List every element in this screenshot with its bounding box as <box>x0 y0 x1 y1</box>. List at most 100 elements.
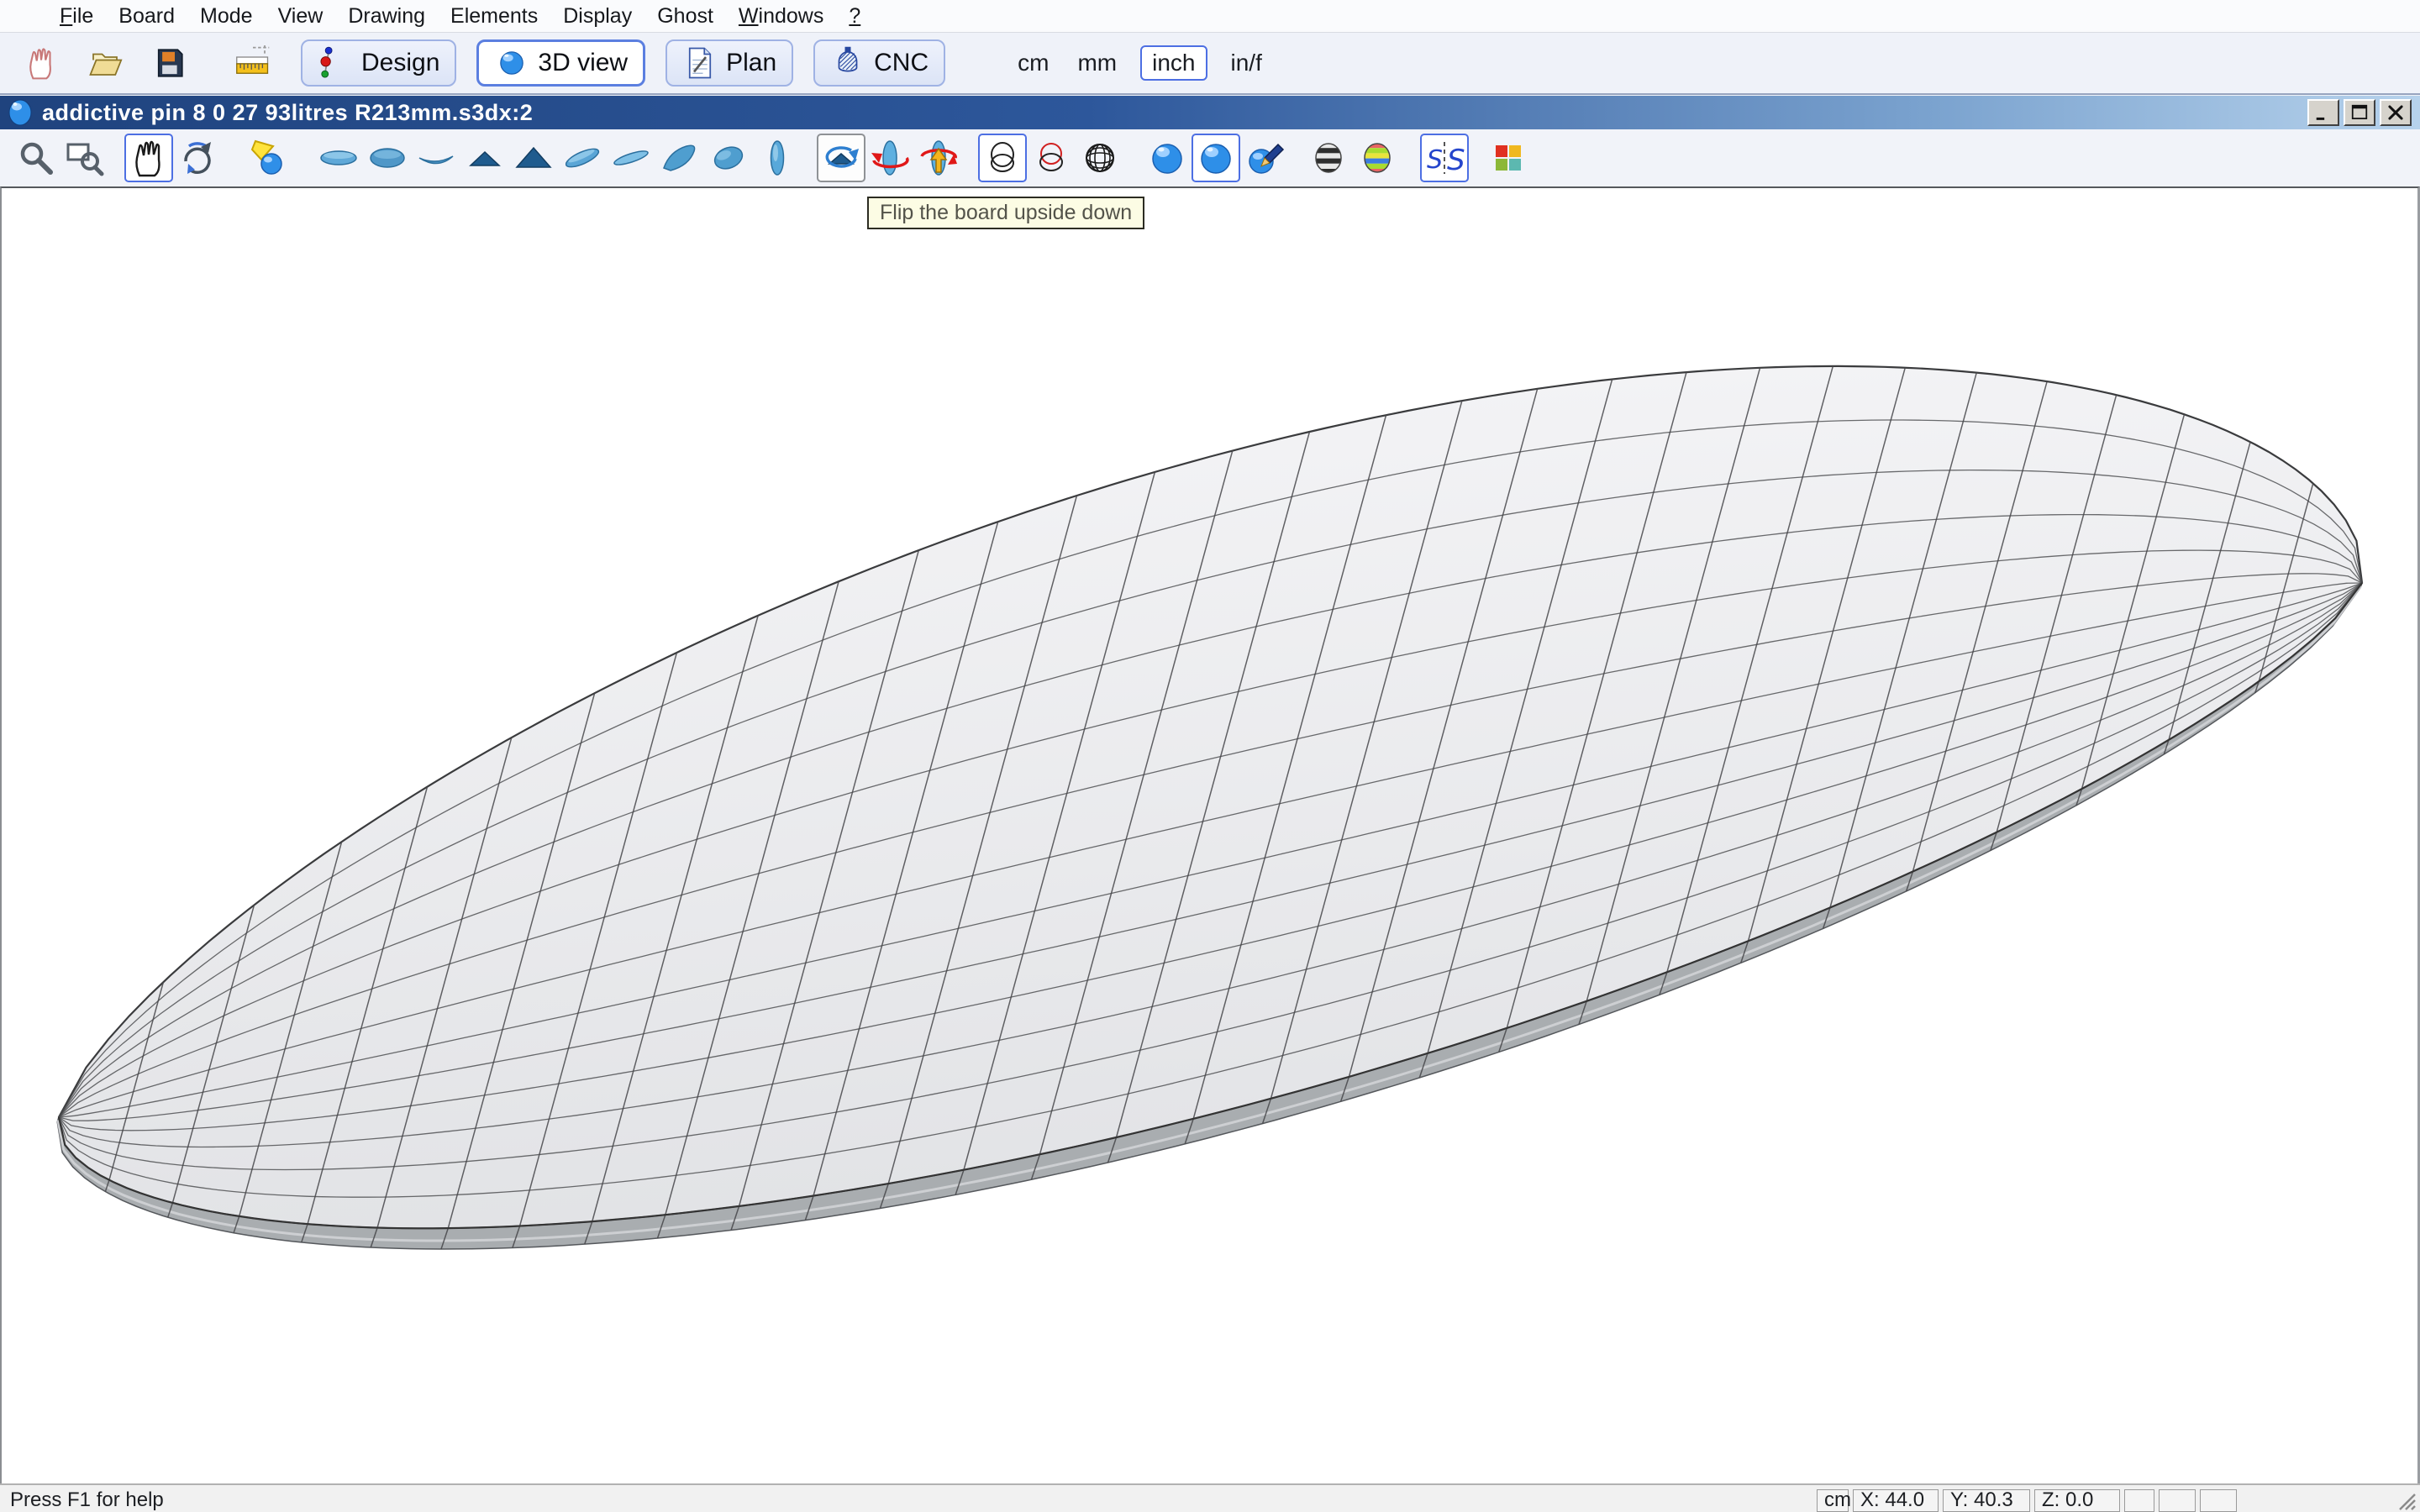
toolbar-button-pointer-hand[interactable] <box>18 39 64 87</box>
open-folder-icon <box>87 42 123 84</box>
tool-outline-top[interactable] <box>314 134 363 182</box>
stripes-color-icon <box>1357 138 1397 178</box>
tool-top-view[interactable] <box>753 134 802 182</box>
menu-item-display[interactable]: Display <box>550 4 644 29</box>
unit-button-inch[interactable]: inch <box>1140 45 1207 81</box>
back-view-icon <box>513 138 554 178</box>
tool-stripes-gray[interactable] <box>1304 134 1353 182</box>
tool-mesh-sphere[interactable] <box>1076 134 1124 182</box>
close-button[interactable] <box>2380 99 2412 126</box>
toolbar-button-save[interactable] <box>146 39 192 87</box>
menu-item-mode[interactable]: Mode <box>187 4 266 29</box>
document-title-bar[interactable]: addictive pin 8 0 27 93litres R213mm.s3d… <box>0 95 2420 129</box>
cnc-icon <box>830 45 865 81</box>
tool-solid-sphere-smooth[interactable] <box>1192 134 1240 182</box>
tool-flip-board[interactable] <box>817 134 865 182</box>
menu-item-q[interactable]: ? <box>836 4 873 29</box>
tool-palette[interactable] <box>1484 134 1533 182</box>
menu-item-view[interactable]: View <box>266 4 336 29</box>
front-view-icon <box>465 138 505 178</box>
status-bar: Press F1 for help cmX: 44.0Y: 40.3Z: 0.0 <box>0 1483 2420 1512</box>
menu-item-ghost[interactable]: Ghost <box>644 4 726 29</box>
menu-bar: FileBoardModeViewDrawingElementsDisplayG… <box>0 0 2420 33</box>
tool-stripes-color[interactable] <box>1353 134 1402 182</box>
file-toolbar-group <box>0 39 276 87</box>
tool-pan-hand[interactable] <box>124 134 173 182</box>
menu-item-file[interactable]: File <box>47 4 106 29</box>
mode-button-design[interactable]: Design <box>301 39 456 87</box>
tool-rotate-3d[interactable] <box>173 134 222 182</box>
tool-zoom-window[interactable] <box>60 134 109 182</box>
wireframe-icon <box>982 138 1023 178</box>
tool-paint[interactable] <box>1240 134 1289 182</box>
tool-solid-sphere[interactable] <box>1143 134 1192 182</box>
tool-front-view[interactable] <box>460 134 509 182</box>
tool-rail-view[interactable] <box>655 134 704 182</box>
document-sphere-icon <box>7 98 34 127</box>
document-window: addictive pin 8 0 27 93litres R213mm.s3d… <box>0 95 2420 1483</box>
status-coordinate-cell-z: Z: 0.0 <box>2034 1489 2120 1512</box>
view3d-icon <box>494 45 529 81</box>
mode-button-3d-view[interactable]: 3D view <box>476 39 645 87</box>
close-icon <box>2385 102 2407 123</box>
tool-rotate-left[interactable] <box>865 134 914 182</box>
status-help-text: Press F1 for help <box>10 1488 164 1512</box>
unit-button-in-f[interactable]: in/f <box>1226 47 1267 79</box>
outline-top-icon <box>318 138 359 178</box>
mode-button-plan[interactable]: Plan <box>666 39 793 87</box>
status-coordinate-cell-y: Y: 40.3 <box>1943 1489 2030 1512</box>
svg-text:S: S <box>1447 144 1465 177</box>
ruler-icon <box>235 42 271 84</box>
tooltip: Flip the board upside down <box>867 197 1144 229</box>
menu-item-elements[interactable]: Elements <box>438 4 550 29</box>
pan-hand-icon <box>129 138 169 178</box>
menu-item-board[interactable]: Board <box>106 4 187 29</box>
plan-icon <box>682 45 718 81</box>
status-unit-cell: cm <box>1817 1489 1849 1512</box>
toolbar-button-ruler[interactable] <box>230 39 276 87</box>
rocker-side-icon <box>416 138 456 178</box>
mode-button-label: 3D view <box>538 49 628 77</box>
mode-button-label: CNC <box>874 49 929 77</box>
tool-wireframe[interactable] <box>978 134 1027 182</box>
window-controls <box>2307 99 2412 126</box>
tool-light[interactable] <box>244 134 292 182</box>
maximize-icon <box>2349 102 2370 123</box>
save-icon <box>151 42 187 84</box>
status-cells: cmX: 44.0Y: 40.3Z: 0.0 <box>1817 1489 2237 1512</box>
application-window: FileBoardModeViewDrawingElementsDisplayG… <box>0 0 2420 1512</box>
tool-back-view[interactable] <box>509 134 558 182</box>
minimize-icon <box>2312 102 2334 123</box>
tool-tilted-top[interactable] <box>558 134 607 182</box>
tool-rocker-side[interactable] <box>412 134 460 182</box>
status-empty-cell <box>2200 1489 2237 1512</box>
tool-rotate-right[interactable] <box>914 134 963 182</box>
design-icon <box>318 45 353 81</box>
toolbar-button-open-folder[interactable] <box>82 39 128 87</box>
paint-icon <box>1244 138 1285 178</box>
stripes-gray-icon <box>1308 138 1349 178</box>
menu-item-drawing[interactable]: Drawing <box>335 4 438 29</box>
top-view-icon <box>757 138 797 178</box>
unit-button-cm[interactable]: cm <box>1013 47 1054 79</box>
rotate-3d-icon <box>177 138 218 178</box>
tool-outline-bottom[interactable] <box>363 134 412 182</box>
unit-buttons-group: cmmminch in/f <box>1013 45 1267 81</box>
resize-grip-icon[interactable] <box>2393 1488 2418 1512</box>
pointer-hand-icon <box>24 42 59 84</box>
menu-item-windows[interactable]: Windows <box>726 4 836 29</box>
mode-buttons-group: Design 3D view Plan CNC <box>301 39 945 87</box>
view-canvas[interactable]: Flip the board upside down <box>0 186 2420 1483</box>
unit-button-mm[interactable]: mm <box>1072 47 1122 79</box>
tool-perspective[interactable] <box>704 134 753 182</box>
tool-symmetry[interactable]: SS <box>1420 134 1469 182</box>
maximize-button[interactable] <box>2344 99 2375 126</box>
tilted-top-icon <box>562 138 602 178</box>
tool-wireframe-red[interactable] <box>1027 134 1076 182</box>
symmetry-icon: SS <box>1424 138 1465 178</box>
minimize-button[interactable] <box>2307 99 2339 126</box>
tool-tilted-bottom[interactable] <box>607 134 655 182</box>
perspective-icon <box>708 138 749 178</box>
mode-button-cnc[interactable]: CNC <box>813 39 945 87</box>
tool-zoom[interactable] <box>12 134 60 182</box>
